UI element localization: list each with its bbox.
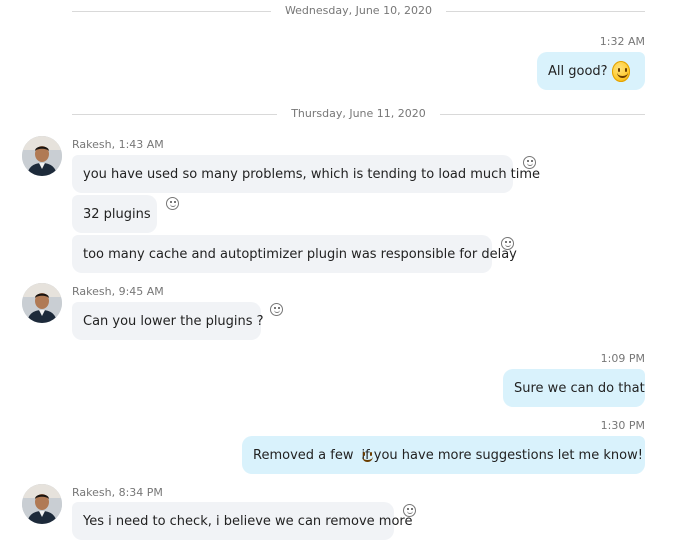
- add-reaction-icon[interactable]: [166, 197, 179, 210]
- add-reaction-icon[interactable]: [501, 237, 514, 250]
- separator-date-label: Wednesday, June 10, 2020: [270, 4, 447, 17]
- date-separator: Wednesday, June 10, 2020: [72, 1, 645, 21]
- message-timestamp: 1:30 PM: [600, 419, 645, 432]
- message-text: All good?: [548, 63, 608, 79]
- outgoing-message-bubble[interactable]: All good?: [537, 52, 645, 90]
- message-timestamp: 1:32 AM: [599, 35, 645, 48]
- separator-date-label: Thursday, June 11, 2020: [277, 107, 440, 120]
- message-text: Can you lower the plugins ?: [83, 313, 264, 329]
- message-text: you have used so many problems, which is…: [83, 166, 541, 182]
- message-text: 32 plugins: [83, 206, 151, 222]
- message-text: Sure we can do that: [514, 380, 645, 396]
- message-text: Removed a few: [253, 447, 354, 463]
- sender-name-time: Rakesh, 9:45 AM: [72, 285, 164, 298]
- sender-name-time: Rakesh, 1:43 AM: [72, 138, 164, 151]
- add-reaction-icon[interactable]: [523, 156, 536, 169]
- add-reaction-icon[interactable]: [403, 504, 416, 517]
- contact-avatar[interactable]: [22, 484, 62, 524]
- date-separator: Thursday, June 11, 2020: [72, 104, 645, 124]
- incoming-message-bubble[interactable]: you have used so many problems, which is…: [72, 155, 540, 193]
- sender-name-time: Rakesh, 8:34 PM: [72, 486, 163, 499]
- incoming-message-bubble[interactable]: Can you lower the plugins ?: [72, 302, 264, 340]
- smiley-emoji-icon: [611, 60, 630, 82]
- message-text: if you have more suggestions let me know…: [361, 447, 643, 463]
- incoming-message-bubble[interactable]: Yes i need to check, i believe we can re…: [72, 502, 412, 540]
- message-timestamp: 1:09 PM: [600, 352, 645, 365]
- incoming-message-bubble[interactable]: too many cache and autoptimizer plugin w…: [72, 235, 517, 273]
- message-text: Yes i need to check, i believe we can re…: [83, 513, 413, 529]
- outgoing-message-bubble[interactable]: Removed a few if you have more suggestion…: [242, 436, 645, 474]
- add-reaction-icon[interactable]: [270, 303, 283, 316]
- contact-avatar[interactable]: [22, 136, 62, 176]
- outgoing-message-bubble[interactable]: Sure we can do that: [503, 369, 645, 407]
- incoming-message-bubble[interactable]: 32 plugins: [72, 195, 157, 233]
- contact-avatar[interactable]: [22, 283, 62, 323]
- message-text: too many cache and autoptimizer plugin w…: [83, 246, 517, 262]
